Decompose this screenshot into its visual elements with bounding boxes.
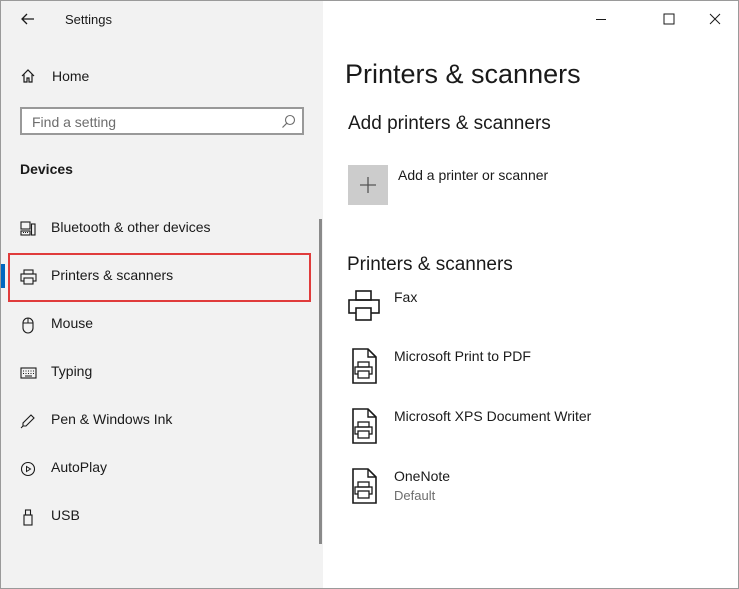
add-section-heading: Add printers & scanners [348, 113, 551, 134]
list-item-onenote[interactable]: OneNote Default [347, 468, 707, 518]
sidebar-item-mouse[interactable]: Mouse [1, 304, 319, 344]
list-item-fax[interactable]: Fax [347, 289, 707, 339]
settings-window: Settings Home Find a setting Devices Blu… [0, 0, 739, 589]
sidebar: Settings Home Find a setting Devices Blu… [1, 1, 323, 588]
search-placeholder: Find a setting [32, 114, 117, 130]
document-printer-icon [347, 468, 381, 509]
sidebar-item-label: Mouse [51, 315, 94, 331]
selection-indicator [1, 264, 5, 288]
list-item-print-to-pdf[interactable]: Microsoft Print to PDF [347, 348, 707, 398]
usb-icon [19, 508, 37, 526]
sidebar-item-typing[interactable]: Typing [1, 352, 319, 392]
close-button[interactable] [692, 1, 738, 37]
sidebar-item-label: Typing [51, 363, 93, 379]
add-printer-label[interactable]: Add a printer or scanner [398, 167, 548, 183]
page-title: Printers & scanners [345, 59, 581, 89]
sidebar-item-usb[interactable]: USB [1, 496, 319, 536]
sidebar-item-label: Pen & Windows Ink [51, 411, 173, 427]
sidebar-item-label: Home [52, 68, 90, 84]
sidebar-item-pen[interactable]: Pen & Windows Ink [1, 400, 319, 440]
bluetooth-devices-icon [19, 220, 37, 238]
mouse-icon [19, 316, 37, 334]
sidebar-item-label: AutoPlay [51, 459, 108, 475]
sidebar-item-label: Bluetooth & other devices [51, 219, 211, 235]
back-arrow-icon[interactable] [15, 9, 41, 29]
add-printer-button[interactable] [348, 165, 388, 205]
minimize-button[interactable] [578, 1, 624, 37]
device-name: Microsoft XPS Document Writer [394, 408, 592, 424]
device-name: Fax [394, 289, 418, 305]
sidebar-item-home[interactable]: Home [1, 63, 323, 89]
document-printer-icon [347, 408, 381, 449]
list-section-heading: Printers & scanners [347, 254, 513, 275]
keyboard-icon [19, 364, 37, 382]
window-title: Settings [65, 12, 112, 27]
scrollbar[interactable] [319, 219, 322, 544]
main-panel: Printers & scanners Add printers & scann… [323, 1, 738, 588]
plus-icon [360, 177, 376, 193]
highlight-box [8, 253, 311, 302]
device-status: Default [394, 488, 436, 503]
autoplay-icon [19, 460, 37, 478]
pen-icon [19, 412, 37, 430]
sidebar-item-label: USB [51, 507, 80, 523]
sidebar-item-bluetooth[interactable]: Bluetooth & other devices [1, 208, 319, 248]
search-icon[interactable] [281, 114, 296, 134]
list-item-xps-writer[interactable]: Microsoft XPS Document Writer [347, 408, 707, 458]
section-heading: Devices [20, 161, 73, 177]
fax-printer-icon [347, 289, 381, 328]
maximize-button[interactable] [646, 1, 692, 37]
document-printer-icon [347, 348, 381, 389]
device-name: Microsoft Print to PDF [394, 348, 531, 364]
search-input[interactable]: Find a setting [20, 107, 304, 135]
sidebar-item-autoplay[interactable]: AutoPlay [1, 448, 319, 488]
device-name: OneNote [394, 468, 451, 484]
home-icon [20, 68, 36, 89]
